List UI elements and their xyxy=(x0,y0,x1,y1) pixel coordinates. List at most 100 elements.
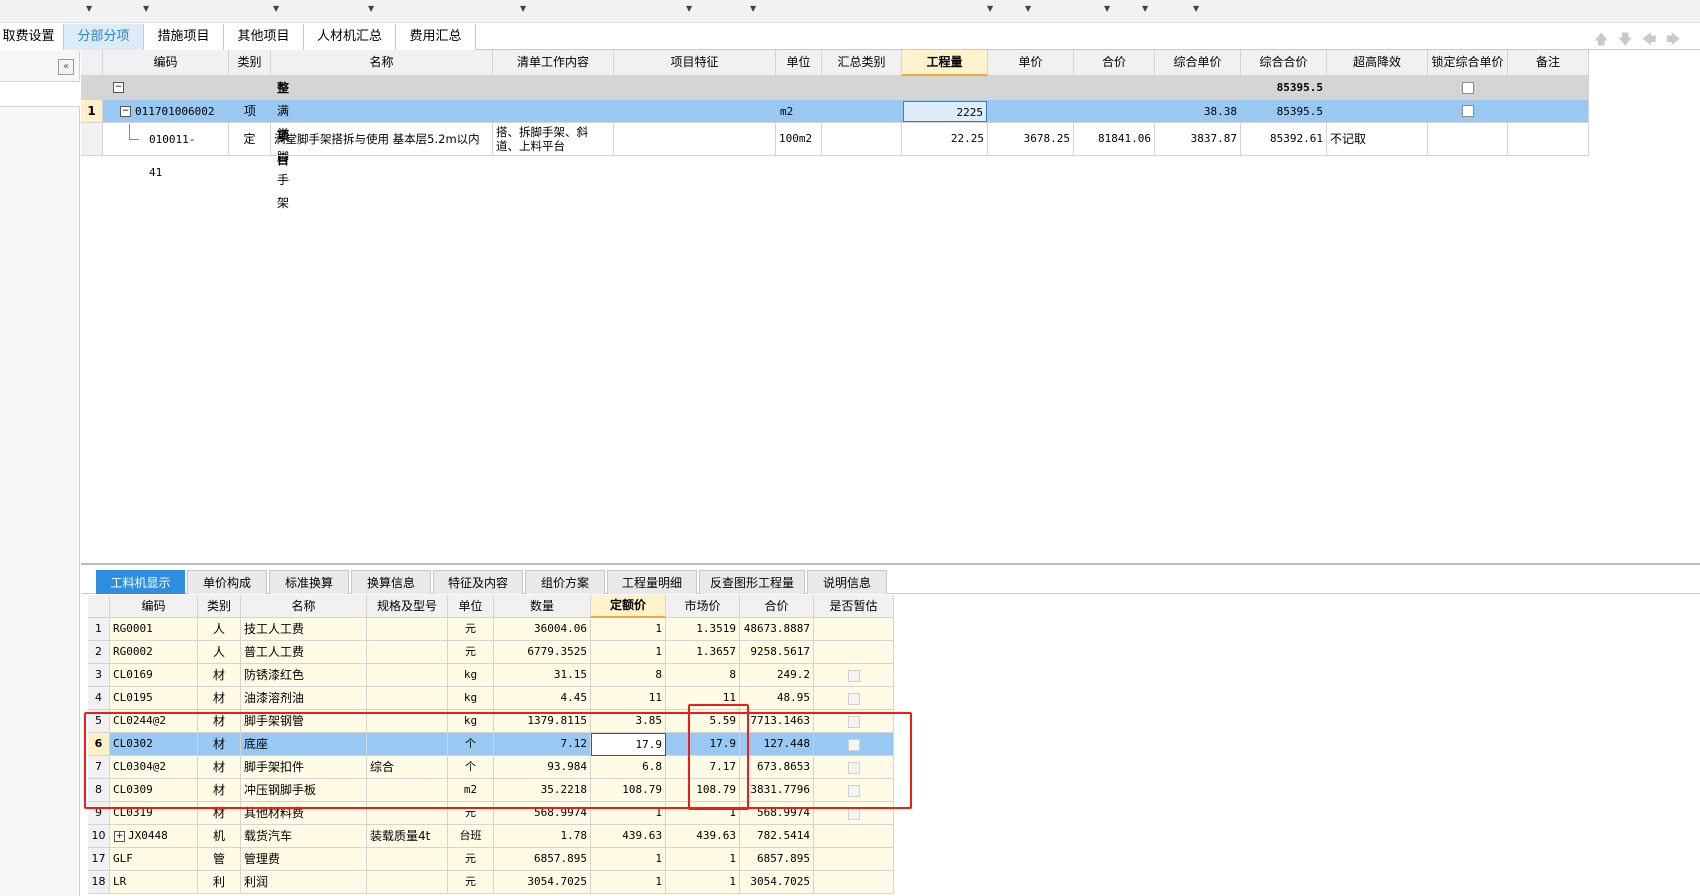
collapse-tree-icon[interactable]: − xyxy=(113,82,124,93)
material-quantity[interactable]: 6779.3525 xyxy=(494,641,591,664)
material-type[interactable]: 材 xyxy=(198,664,241,687)
header-work-content[interactable]: 清单工作内容 xyxy=(493,50,614,76)
lock-price-checkbox[interactable] xyxy=(1462,105,1474,117)
material-name[interactable]: 普工人工费 xyxy=(241,641,367,664)
material-quantity[interactable]: 6857.895 xyxy=(494,848,591,871)
material-spec[interactable] xyxy=(367,871,448,894)
material-code[interactable]: CL0169 xyxy=(110,664,198,687)
is-estimated-checkbox[interactable] xyxy=(847,807,860,820)
lock-price-checkbox[interactable] xyxy=(1462,82,1474,94)
header-code[interactable]: 编码 xyxy=(110,595,198,618)
material-unit[interactable]: 元 xyxy=(448,618,494,641)
header-unit[interactable]: 单位 xyxy=(448,595,494,618)
expand-tree-icon[interactable]: + xyxy=(114,831,125,842)
tab-fee-summary[interactable]: 费用汇总 xyxy=(396,24,476,50)
total-row[interactable] xyxy=(103,76,1589,100)
dropdown-caret-icon[interactable]: ▼ xyxy=(987,4,993,13)
is-estimated-cell[interactable] xyxy=(814,871,894,894)
move-down-icon[interactable]: 🡇 xyxy=(1618,29,1632,53)
header-item-features[interactable]: 项目特征 xyxy=(614,50,776,76)
material-code[interactable]: CL0195 xyxy=(110,687,198,710)
header-amount[interactable]: 合价 xyxy=(1074,50,1155,76)
tab-quantity-details[interactable]: 工程量明细 xyxy=(607,570,697,594)
material-amount[interactable]: 48673.8887 xyxy=(740,618,814,641)
material-amount[interactable]: 782.5414 xyxy=(740,825,814,848)
row-number[interactable]: 4 xyxy=(88,687,110,710)
dropdown-caret-icon[interactable]: ▼ xyxy=(686,4,692,13)
material-spec[interactable] xyxy=(367,687,448,710)
dropdown-caret-icon[interactable]: ▼ xyxy=(1104,4,1110,13)
material-quantity[interactable]: 31.15 xyxy=(494,664,591,687)
header-height-reduction[interactable]: 超高降效 xyxy=(1327,50,1428,76)
header-unit[interactable]: 单位 xyxy=(776,50,822,76)
tab-price-composition[interactable]: 单价构成 xyxy=(187,570,267,594)
tab-fee-settings[interactable]: 取费设置 xyxy=(0,24,64,50)
tab-description[interactable]: 说明信息 xyxy=(807,570,887,594)
quota-amount[interactable]: 81841.06 xyxy=(1074,123,1155,156)
header-name[interactable]: 名称 xyxy=(271,50,493,76)
material-name[interactable]: 利润 xyxy=(241,871,367,894)
material-name[interactable]: 油漆溶剂油 xyxy=(241,687,367,710)
material-quota-price[interactable]: 1 xyxy=(591,848,666,871)
material-quota-price[interactable]: 1 xyxy=(591,618,666,641)
material-spec[interactable] xyxy=(367,641,448,664)
material-spec[interactable] xyxy=(367,664,448,687)
material-quota-price[interactable]: 1 xyxy=(591,871,666,894)
tab-labor-material-machine[interactable]: 工料机显示 xyxy=(96,570,185,594)
row-number[interactable]: 10 xyxy=(88,825,110,848)
header-is-estimated[interactable]: 是否暂估 xyxy=(814,595,894,618)
material-market-price[interactable]: 1.3657 xyxy=(666,641,740,664)
material-market-price[interactable]: 1 xyxy=(666,848,740,871)
quota-features[interactable] xyxy=(614,123,776,156)
dropdown-caret-icon[interactable]: ▼ xyxy=(368,4,374,13)
header-lock-comprehensive-price[interactable]: 锁定综合单价 xyxy=(1428,50,1508,76)
header-spec-model[interactable]: 规格及型号 xyxy=(367,595,448,618)
row-number[interactable]: 1 xyxy=(81,100,103,123)
material-type[interactable]: 材 xyxy=(198,687,241,710)
move-up-icon[interactable]: 🡅 xyxy=(1594,29,1608,53)
material-quantity[interactable]: 36004.06 xyxy=(494,618,591,641)
header-type[interactable]: 类别 xyxy=(229,50,271,76)
material-amount[interactable]: 9258.5617 xyxy=(740,641,814,664)
tab-pricing-scheme[interactable]: 组价方案 xyxy=(525,570,605,594)
quota-type[interactable]: 定 xyxy=(229,123,271,156)
move-left-icon[interactable]: 🡄 xyxy=(1642,29,1656,53)
is-estimated-cell[interactable] xyxy=(814,687,894,710)
collapse-panel-icon[interactable]: « xyxy=(58,59,74,75)
tab-reverse-graphic-quantity[interactable]: 反查图形工程量 xyxy=(699,570,805,594)
material-spec[interactable] xyxy=(367,848,448,871)
header-comprehensive-unit-price[interactable]: 综合单价 xyxy=(1155,50,1241,76)
material-quota-price[interactable]: 11 xyxy=(591,687,666,710)
quota-name[interactable]: 满堂脚手架搭拆与使用 基本层5.2m以内 xyxy=(271,123,493,156)
header-type[interactable]: 类别 xyxy=(198,595,241,618)
quota-lock-cell[interactable] xyxy=(1428,123,1508,156)
header-remarks[interactable]: 备注 xyxy=(1508,50,1589,76)
header-name[interactable]: 名称 xyxy=(241,595,367,618)
row-number[interactable]: 3 xyxy=(88,664,110,687)
collapse-tree-icon[interactable]: − xyxy=(120,106,131,117)
material-market-price[interactable]: 1.3519 xyxy=(666,618,740,641)
material-quantity[interactable]: 4.45 xyxy=(494,687,591,710)
row-number[interactable]: 17 xyxy=(88,848,110,871)
header-market-price[interactable]: 市场价 xyxy=(666,595,740,618)
material-unit[interactable]: 元 xyxy=(448,871,494,894)
material-type[interactable]: 机 xyxy=(198,825,241,848)
quota-unit-price[interactable]: 3678.25 xyxy=(988,123,1074,156)
is-estimated-checkbox[interactable] xyxy=(847,669,860,682)
material-spec[interactable] xyxy=(367,618,448,641)
tab-features-content[interactable]: 特征及内容 xyxy=(433,570,523,594)
material-amount[interactable]: 48.95 xyxy=(740,687,814,710)
row-number[interactable]: 1 xyxy=(88,618,110,641)
row-number[interactable] xyxy=(81,123,103,156)
header-quantity[interactable]: 数量 xyxy=(494,595,591,618)
dropdown-caret-icon[interactable]: ▼ xyxy=(1025,4,1031,13)
dropdown-caret-icon[interactable]: ▼ xyxy=(1142,4,1148,13)
quota-quantity[interactable]: 22.25 xyxy=(902,123,988,156)
tab-other-items[interactable]: 其他项目 xyxy=(224,24,304,50)
is-estimated-checkbox[interactable] xyxy=(847,692,860,705)
row-number[interactable]: 2 xyxy=(88,641,110,664)
material-code[interactable]: LR xyxy=(110,871,198,894)
tab-labor-material-summary[interactable]: 人材机汇总 xyxy=(304,24,396,50)
material-quota-price[interactable]: 8 xyxy=(591,664,666,687)
material-quota-price[interactable]: 1 xyxy=(591,641,666,664)
